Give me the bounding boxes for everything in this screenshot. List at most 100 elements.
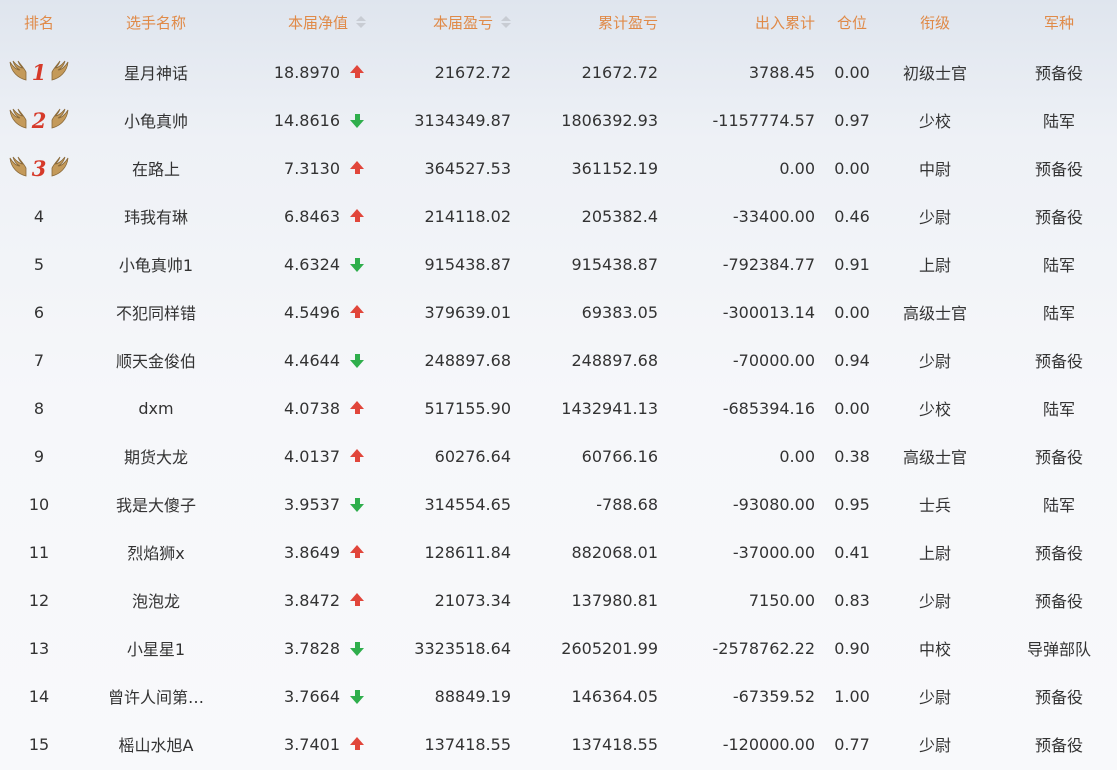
cum-value: 2605201.99: [561, 638, 658, 658]
cell-player-name[interactable]: 榣山水旭A: [96, 720, 216, 768]
table-row[interactable]: 10 我是大傻子 3.9537 314554.65 -788.68 -93080.00 0.…: [0, 480, 1117, 528]
cum-value: 882068.01: [571, 542, 658, 562]
table-row[interactable]: 15 榣山水旭A 3.7401 137418.55 137418.55 -120000.0…: [0, 720, 1117, 768]
player-name[interactable]: 小星星1: [127, 636, 185, 660]
pl-value: 3134349.87: [414, 110, 511, 130]
cell-net: 4.0738: [240, 384, 340, 432]
arrow-down-icon: [350, 354, 364, 368]
player-name[interactable]: 期货大龙: [124, 444, 188, 468]
cell-pl: 364527.53: [380, 144, 511, 192]
cum-value: 1432941.13: [561, 398, 658, 418]
cell-player-name[interactable]: 在路上: [96, 144, 216, 192]
cell-pl: 21073.34: [380, 576, 511, 624]
table-row[interactable]: 8 dxm 4.0738 517155.90 1432941.13 -685394.16 0…: [0, 384, 1117, 432]
header-net-label: 本届净值: [287, 13, 348, 32]
cell-player-name[interactable]: 泡泡龙: [96, 576, 216, 624]
cell-player-name[interactable]: 不犯同样错: [96, 288, 216, 336]
table-row[interactable]: 2 小龟真帅 14.8616 3134349.87 1806392.93 -1157774…: [0, 96, 1117, 144]
player-name[interactable]: 我是大傻子: [116, 492, 196, 516]
player-name[interactable]: 玮我有琳: [124, 204, 188, 228]
player-name[interactable]: 星月神话: [124, 60, 188, 84]
player-name[interactable]: 顺天金俊伯: [116, 348, 196, 372]
player-name[interactable]: 泡泡龙: [132, 588, 180, 612]
pos-value: 0.95: [834, 494, 870, 514]
cell-army: 预备役: [1010, 528, 1108, 576]
pl-value: 88849.19: [434, 686, 511, 706]
table-row[interactable]: 12 泡泡龙 3.8472 21073.34 137980.81 7150.00 0.83 少…: [0, 576, 1117, 624]
pl-value: 364527.53: [424, 158, 511, 178]
table-row[interactable]: 1 星月神话 18.8970 21672.72 21672.72 3788.45 0.00 初…: [0, 48, 1117, 96]
cell-pos: 0.95: [828, 480, 876, 528]
cell-net: 3.9537: [240, 480, 340, 528]
cell-pos: 0.90: [828, 624, 876, 672]
player-name[interactable]: 在路上: [132, 156, 180, 180]
player-name[interactable]: 小龟真帅1: [119, 252, 193, 276]
cell-trend: [348, 432, 366, 480]
pos-value: 0.38: [834, 446, 870, 466]
cell-rank: 7: [0, 336, 78, 384]
cell-cum: 137980.81: [530, 576, 658, 624]
header-pl-sortable[interactable]: 本届盈亏: [380, 0, 511, 44]
pos-value: 0.94: [834, 350, 870, 370]
cell-grade: 少尉: [882, 192, 988, 240]
table-row[interactable]: 9 期货大龙 4.0137 60276.64 60766.16 0.00 0.38 高级士官 预…: [0, 432, 1117, 480]
table-row[interactable]: 14 曾许人间第… 3.7664 88849.19 146364.05 -67359.52…: [0, 672, 1117, 720]
grade-value: 少尉: [918, 592, 951, 611]
cell-grade: 少校: [882, 96, 988, 144]
cell-grade: 高级士官: [882, 432, 988, 480]
net-value: 18.8970: [273, 62, 340, 82]
header-grade-label: 衔级: [919, 13, 950, 32]
table-row[interactable]: 5 小龟真帅1 4.6324 915438.87 915438.87 -792384.77…: [0, 240, 1117, 288]
player-name[interactable]: 曾许人间第…: [108, 684, 204, 708]
cum-value: 1806392.93: [561, 110, 658, 130]
cell-player-name[interactable]: 玮我有琳: [96, 192, 216, 240]
sort-icon[interactable]: [501, 15, 511, 29]
cell-player-name[interactable]: 星月神话: [96, 48, 216, 96]
player-name[interactable]: 不犯同样错: [116, 300, 196, 324]
cell-player-name[interactable]: 小龟真帅: [96, 96, 216, 144]
table-row[interactable]: 6 不犯同样错 4.5496 379639.01 69383.05 -300013.14 0…: [0, 288, 1117, 336]
cell-io: -300013.14: [670, 288, 815, 336]
cell-trend: [348, 192, 366, 240]
rank-number: 3: [31, 155, 47, 181]
net-value: 3.8649: [284, 542, 340, 562]
cell-player-name[interactable]: dxm: [96, 384, 216, 432]
cell-player-name[interactable]: 期货大龙: [96, 432, 216, 480]
table-row[interactable]: 3 在路上 7.3130 364527.53 361152.19 0.00 0.00 中尉 预备…: [0, 144, 1117, 192]
army-value: 预备役: [1034, 448, 1083, 467]
cell-io: 0.00: [670, 144, 815, 192]
rank-medal: 2: [8, 106, 71, 134]
army-value: 预备役: [1034, 736, 1083, 755]
player-name[interactable]: dxm: [138, 399, 173, 418]
cell-player-name[interactable]: 曾许人间第…: [96, 672, 216, 720]
arrow-down-icon: [350, 114, 364, 128]
table-row[interactable]: 7 顺天金俊伯 4.4644 248897.68 248897.68 -70000.00 0…: [0, 336, 1117, 384]
table-row[interactable]: 13 小星星1 3.7828 3323518.64 2605201.99 -2578762…: [0, 624, 1117, 672]
cell-player-name[interactable]: 我是大傻子: [96, 480, 216, 528]
cum-value: -788.68: [596, 494, 658, 514]
cell-cum: 361152.19: [530, 144, 658, 192]
pos-value: 0.00: [834, 398, 870, 418]
cell-player-name[interactable]: 小龟真帅1: [96, 240, 216, 288]
cell-rank: 8: [0, 384, 78, 432]
player-name[interactable]: 烈焰狮x: [127, 540, 184, 564]
cell-io: -37000.00: [670, 528, 815, 576]
header-net-sortable[interactable]: 本届净值: [240, 0, 366, 44]
cell-pl: 3323518.64: [380, 624, 511, 672]
table-row[interactable]: 4 玮我有琳 6.8463 214118.02 205382.4 -33400.00 0.4…: [0, 192, 1117, 240]
cell-player-name[interactable]: 小星星1: [96, 624, 216, 672]
arrow-up-icon: [350, 449, 364, 462]
pos-value: 0.46: [834, 206, 870, 226]
grade-value: 少尉: [918, 736, 951, 755]
cell-player-name[interactable]: 顺天金俊伯: [96, 336, 216, 384]
cell-pos: 0.46: [828, 192, 876, 240]
cell-pos: 0.00: [828, 288, 876, 336]
sort-icon[interactable]: [356, 15, 366, 29]
player-name[interactable]: 小龟真帅: [124, 108, 188, 132]
rank-medal: 3: [8, 154, 71, 182]
table-row[interactable]: 11 烈焰狮x 3.8649 128611.84 882068.01 -37000.00 0…: [0, 528, 1117, 576]
grade-value: 初级士官: [902, 64, 967, 83]
player-name[interactable]: 榣山水旭A: [119, 732, 194, 756]
cell-player-name[interactable]: 烈焰狮x: [96, 528, 216, 576]
net-value: 4.6324: [284, 254, 340, 274]
